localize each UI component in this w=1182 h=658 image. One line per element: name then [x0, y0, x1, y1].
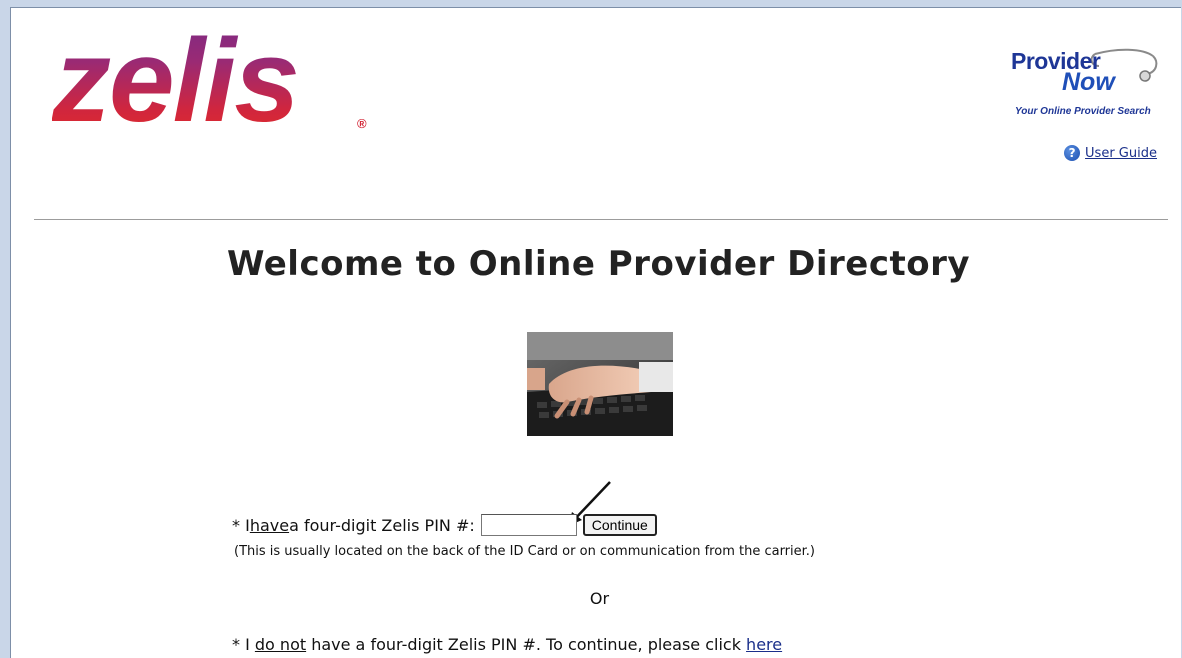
pin-input[interactable]	[480, 514, 577, 536]
no-pin-prefix: * I	[232, 635, 255, 654]
no-pin-row: * I do not have a four-digit Zelis PIN #…	[232, 635, 782, 654]
no-pin-do-not: do not	[254, 635, 307, 654]
no-pin-middle: have a four-digit Zelis PIN #. To contin…	[306, 635, 747, 654]
user-guide-link[interactable]: User Guide	[1085, 146, 1157, 161]
header-divider	[34, 219, 1168, 220]
pin-row-prefix: * I	[232, 515, 250, 535]
pin-row-have: have	[249, 515, 290, 535]
page-title: Welcome to Online Provider Directory	[226, 244, 971, 284]
pin-row-suffix: a four-digit Zelis PIN #:	[289, 515, 475, 535]
here-link[interactable]: here	[746, 635, 782, 654]
pin-help-note: (This is usually located on the back of …	[234, 544, 815, 559]
zelis-logo: zelis	[52, 15, 300, 147]
pin-row: * I have a four-digit Zelis PIN #: Conti…	[232, 514, 657, 536]
provider-now-tagline: Your Online Provider Search	[1015, 106, 1151, 117]
or-separator: Or	[589, 589, 610, 608]
help-icon[interactable]: ?	[1064, 145, 1081, 161]
provider-now-logo: Provider Now Your Online Provider Search	[1001, 46, 1161, 118]
user-guide: ? User Guide	[1064, 145, 1157, 161]
provider-now-line2: Now	[1062, 68, 1115, 96]
page-frame: zelis ® Provider Now Your Online Provide…	[10, 7, 1181, 658]
registered-mark: ®	[357, 116, 367, 131]
continue-button[interactable]: Continue	[582, 514, 657, 536]
hands-on-laptop-image	[527, 332, 673, 436]
